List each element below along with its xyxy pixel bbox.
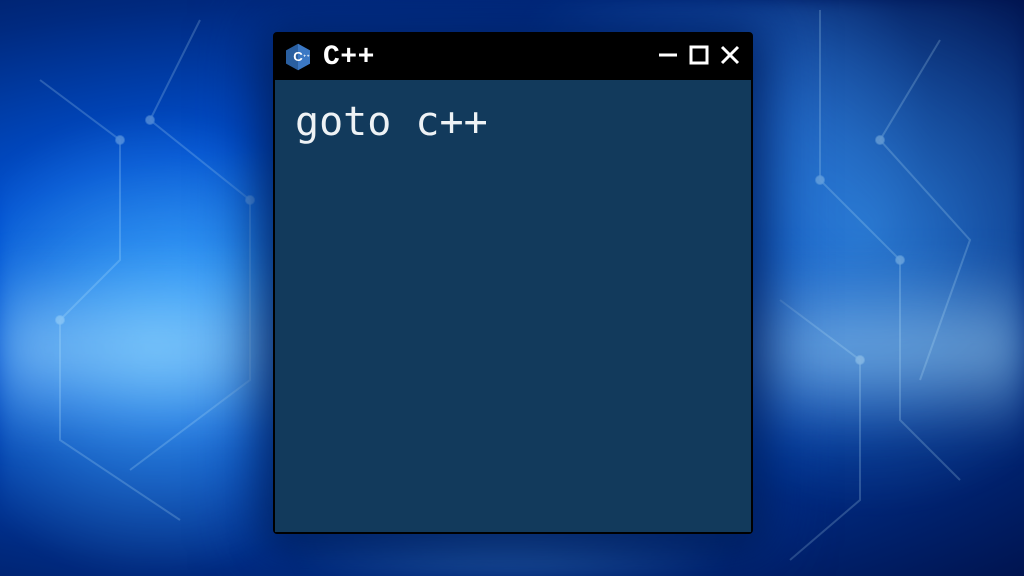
cpp-logo-icon: C + +: [283, 42, 313, 72]
terminal-window: C + + C++ goto c++: [273, 32, 753, 534]
editor-content[interactable]: goto c++: [275, 80, 751, 532]
window-title: C++: [323, 42, 647, 73]
minimize-icon[interactable]: [657, 44, 679, 71]
maximize-icon[interactable]: [689, 45, 709, 70]
svg-text:C: C: [293, 49, 303, 64]
svg-text:+: +: [307, 55, 310, 60]
window-controls: [657, 44, 741, 71]
close-icon[interactable]: [719, 44, 741, 71]
titlebar[interactable]: C + + C++: [275, 34, 751, 80]
svg-text:+: +: [303, 55, 306, 60]
